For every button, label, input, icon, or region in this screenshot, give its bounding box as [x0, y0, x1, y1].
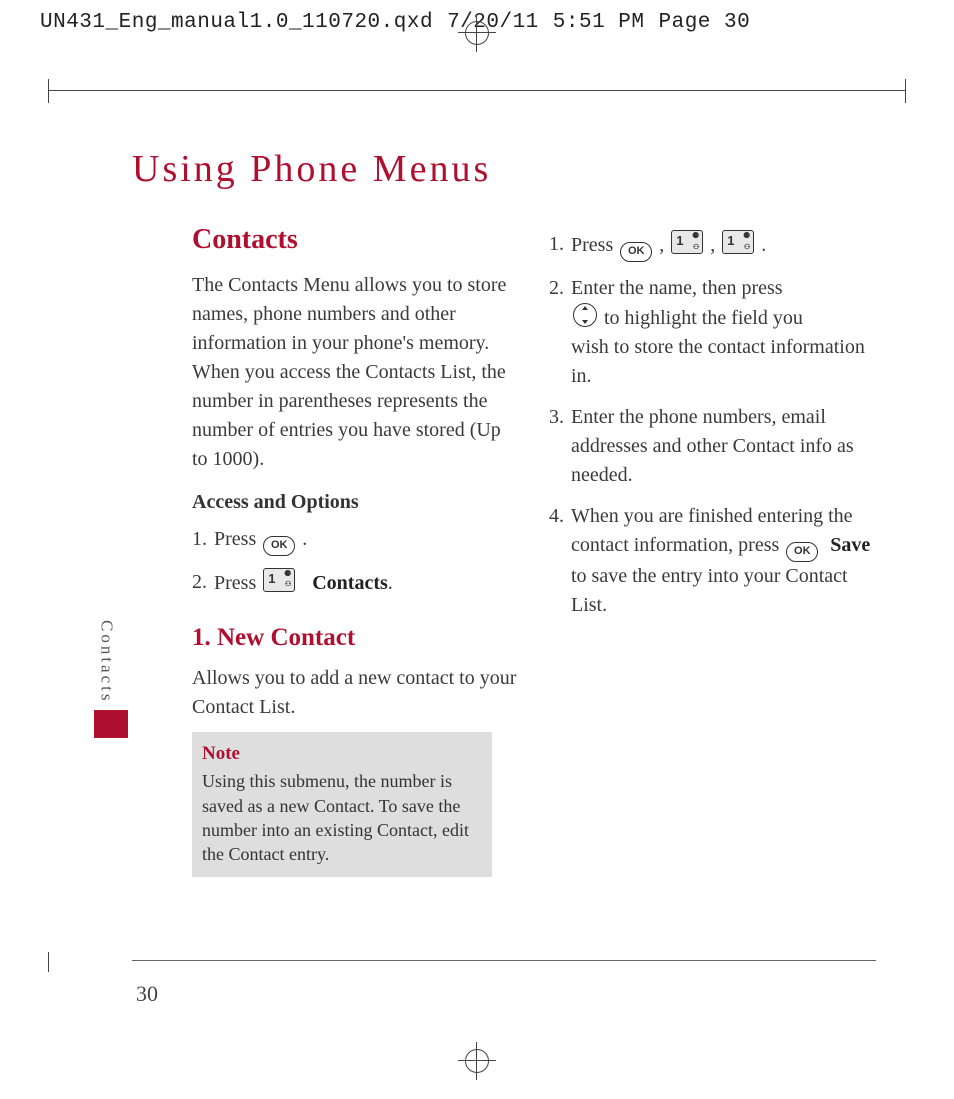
save-bold: Save — [830, 534, 870, 556]
header-time: 5:51 PM — [553, 8, 645, 38]
heading-access-options: Access and Options — [192, 488, 519, 517]
newcontact-step-3: 3. Enter the phone numbers, email addres… — [549, 403, 876, 490]
header-page: Page 30 — [659, 8, 751, 38]
new-contact-text: Allows you to add a new contact to your … — [192, 664, 519, 722]
contacts-bold: Contacts — [312, 572, 388, 594]
footer-rule — [132, 960, 876, 961]
newcontact-step-4: 4. When you are finished entering the co… — [549, 502, 876, 620]
ok-key-icon: OK — [786, 542, 818, 562]
header-date: 7/20/11 — [447, 8, 539, 38]
note-title: Note — [202, 740, 482, 768]
ok-key-icon: OK — [620, 242, 652, 262]
page-number: 30 — [136, 978, 158, 1010]
left-column: Contacts The Contacts Menu allows you to… — [192, 220, 519, 877]
newcontact-step-2: 2. Enter the name, then press to highlig… — [549, 274, 876, 391]
heading-new-contact: 1. New Contact — [192, 620, 519, 656]
one-key-icon: ⚇ — [671, 230, 703, 254]
right-column: 1. Press OK , ⚇ , ⚇ . 2. Enter the name,… — [549, 220, 876, 877]
section-tab: Contacts — [94, 620, 128, 738]
section-tab-bar — [94, 710, 128, 738]
heading-contacts: Contacts — [192, 220, 519, 261]
access-step-2: 2. Press ⚇ Contacts. — [192, 568, 519, 598]
nav-key-icon — [573, 303, 597, 327]
ok-key-icon: OK — [263, 536, 295, 556]
contacts-intro: The Contacts Menu allows you to store na… — [192, 271, 519, 474]
newcontact-step-1: 1. Press OK , ⚇ , ⚇ . — [549, 230, 876, 262]
section-tab-label: Contacts — [94, 620, 119, 710]
page-title: Using Phone Menus — [132, 142, 491, 197]
one-key-icon: ⚇ — [722, 230, 754, 254]
note-box: Note Using this submenu, the number is s… — [192, 732, 492, 877]
one-key-icon: ⚇ — [263, 568, 295, 592]
header-file: UN431_Eng_manual1.0_110720.qxd — [40, 8, 433, 38]
note-text: Using this submenu, the number is saved … — [202, 769, 482, 866]
access-step-1: 1. Press OK . — [192, 525, 519, 556]
registration-mark-icon — [464, 20, 490, 46]
page-content: Using Phone Menus Contacts Contacts The … — [48, 90, 906, 1099]
